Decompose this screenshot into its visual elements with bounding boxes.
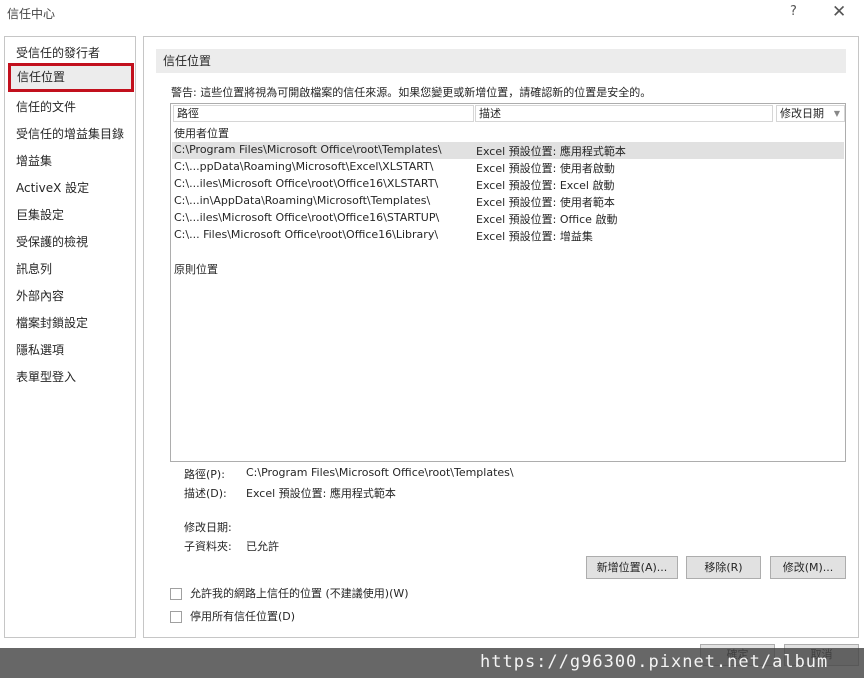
row-path: C:\...in\AppData\Roaming\Microsoft\Templ… (174, 194, 431, 207)
column-header-description[interactable]: 描述 (475, 105, 773, 122)
column-header-modified-label: 修改日期 (780, 107, 824, 120)
add-location-button[interactable]: 新增位置(A)... (586, 556, 678, 579)
column-header-modified[interactable]: 修改日期 ▼ (776, 105, 845, 122)
remove-button[interactable]: 移除(R) (686, 556, 761, 579)
allow-network-locations-label: 允許我的網路上信任的位置 (不建議使用)(W) (190, 587, 409, 600)
sidebar-item-trusted-documents[interactable]: 信任的文件 (16, 98, 76, 115)
detail-modified-label: 修改日期: (184, 521, 232, 534)
disable-all-locations-checkbox[interactable] (170, 611, 182, 623)
sort-chevron-down-icon: ▼ (833, 109, 840, 118)
detail-description-label: 描述(D): (184, 487, 227, 500)
row-path: C:\...iles\Microsoft Office\root\Office1… (174, 177, 439, 190)
sidebar-item-trusted-addin-catalogs[interactable]: 受信任的增益集目錄 (16, 125, 124, 142)
group-label-policy: 原則位置 (174, 263, 218, 276)
row-path: C:\... Files\Microsoft Office\root\Offic… (174, 228, 439, 241)
watermark-banner: https://g96300.pixnet.net/album (0, 648, 864, 678)
table-row[interactable]: C:\... Files\Microsoft Office\root\Offic… (172, 227, 844, 244)
sidebar-item-macro-settings[interactable]: 巨集設定 (16, 206, 64, 223)
allow-network-locations-option[interactable]: 允許我的網路上信任的位置 (不建議使用)(W) (170, 585, 409, 601)
sidebar-item-addins[interactable]: 增益集 (16, 152, 52, 169)
table-row[interactable]: C:\...iles\Microsoft Office\root\Office1… (172, 210, 844, 227)
table-row[interactable]: C:\...in\AppData\Roaming\Microsoft\Templ… (172, 193, 844, 210)
detail-subfolders-label: 子資料夾: (184, 540, 232, 553)
row-path: C:\...iles\Microsoft Office\root\Office1… (174, 211, 440, 224)
sidebar-item-privacy-options[interactable]: 隱私選項 (16, 341, 64, 358)
row-description: Excel 預設位置: 應用程式範本 (476, 145, 626, 158)
detail-path-value: C:\Program Files\Microsoft Office\root\T… (246, 466, 514, 479)
main-panel: 信任位置 警告: 這些位置將視為可開啟檔案的信任來源。如果您變更或新增位置，請確… (143, 36, 859, 638)
disable-all-locations-label: 停用所有信任位置(D) (190, 610, 296, 623)
title-bar: 信任中心 ? ✕ (0, 0, 864, 30)
row-path: C:\Program Files\Microsoft Office\root\T… (174, 143, 442, 156)
sidebar-item-external-content[interactable]: 外部內容 (16, 287, 64, 304)
section-title: 信任位置 (156, 49, 846, 73)
sidebar-item-form-based-signin[interactable]: 表單型登入 (16, 368, 76, 385)
detail-description-value: Excel 預設位置: 應用程式範本 (246, 487, 396, 500)
warning-text: 警告: 這些位置將視為可開啟檔案的信任來源。如果您變更或新增位置，請確認新的位置… (171, 86, 652, 99)
sidebar-item-trusted-publishers[interactable]: 受信任的發行者 (16, 44, 100, 61)
help-icon[interactable]: ? (790, 4, 797, 19)
sidebar-item-activex-settings[interactable]: ActiveX 設定 (16, 179, 89, 196)
disable-all-locations-option[interactable]: 停用所有信任位置(D) (170, 608, 295, 624)
sidebar-item-trusted-locations[interactable]: 信任位置 (8, 63, 134, 92)
modify-button[interactable]: 修改(M)... (770, 556, 846, 579)
row-path: C:\...ppData\Roaming\Microsoft\Excel\XLS… (174, 160, 434, 173)
table-row[interactable]: C:\Program Files\Microsoft Office\root\T… (172, 142, 844, 159)
row-description: Excel 預設位置: Excel 啟動 (476, 179, 615, 192)
allow-network-locations-checkbox[interactable] (170, 588, 182, 600)
row-description: Excel 預設位置: 使用者範本 (476, 196, 615, 209)
window-title: 信任中心 (7, 7, 56, 21)
row-description: Excel 預設位置: Office 啟動 (476, 213, 618, 226)
trusted-locations-list[interactable]: 路徑 描述 修改日期 ▼ 使用者位置 C:\Program Files\Micr… (170, 103, 846, 462)
table-row[interactable]: C:\...ppData\Roaming\Microsoft\Excel\XLS… (172, 159, 844, 176)
row-description: Excel 預設位置: 增益集 (476, 230, 593, 243)
sidebar: 受信任的發行者 信任位置 信任的文件 受信任的增益集目錄 增益集 ActiveX… (4, 36, 136, 638)
column-header-path[interactable]: 路徑 (173, 105, 474, 122)
sidebar-item-protected-view[interactable]: 受保護的檢視 (16, 233, 88, 250)
table-row[interactable]: C:\...iles\Microsoft Office\root\Office1… (172, 176, 844, 193)
detail-path-label: 路徑(P): (184, 468, 225, 481)
watermark-url: https://g96300.pixnet.net/album (480, 652, 829, 672)
row-description: Excel 預設位置: 使用者啟動 (476, 162, 615, 175)
sidebar-item-message-bar[interactable]: 訊息列 (16, 260, 52, 277)
sidebar-item-file-block-settings[interactable]: 檔案封鎖設定 (16, 314, 88, 331)
detail-subfolders-value: 已允許 (246, 540, 279, 553)
group-label-user: 使用者位置 (174, 127, 229, 140)
close-icon[interactable]: ✕ (832, 2, 846, 22)
